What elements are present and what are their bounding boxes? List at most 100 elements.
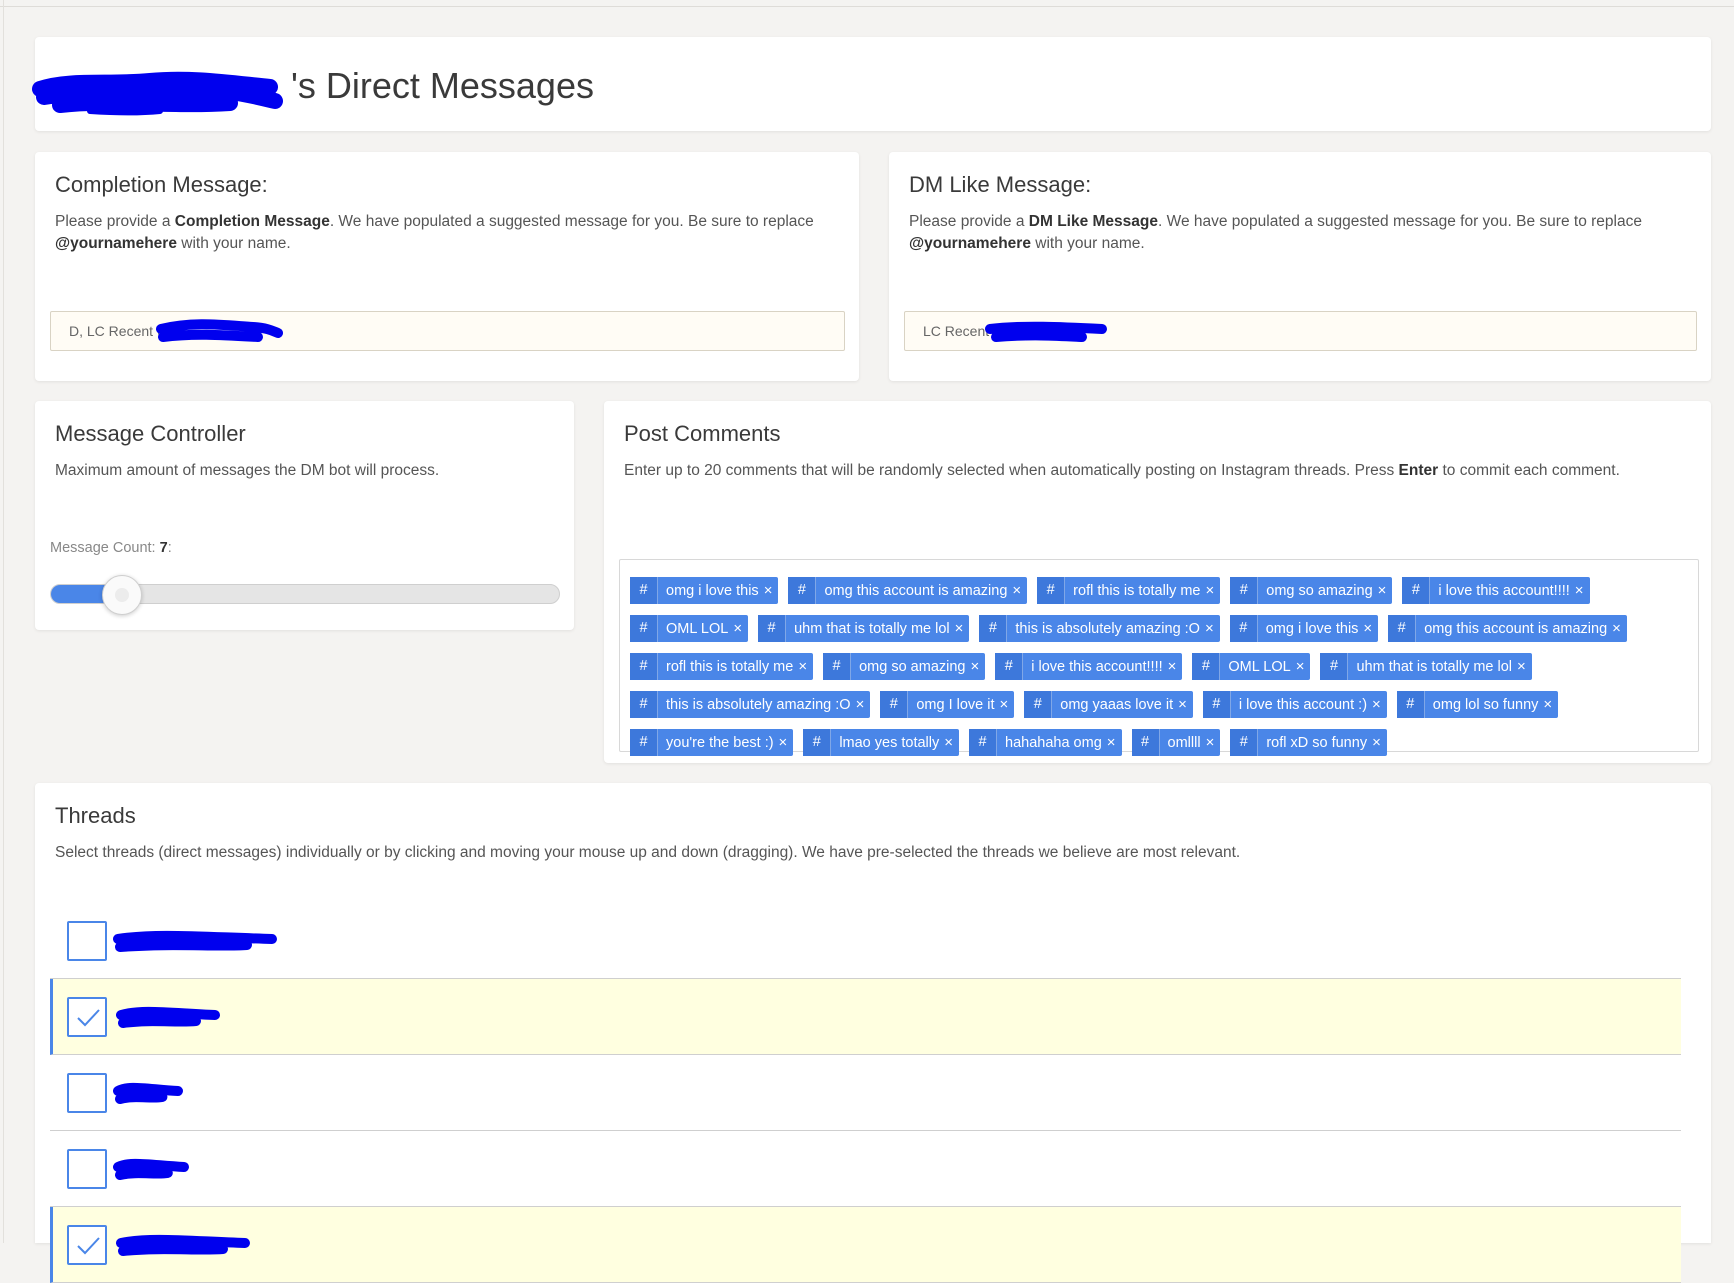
comment-tag: # omg so amazing × [823, 653, 986, 680]
title-card: 's Direct Messages [32, 37, 1711, 131]
message-count-label: Message Count: 7: [50, 540, 172, 556]
remove-tag-icon[interactable]: × [1205, 620, 1214, 637]
message-count-value: 7 [159, 540, 168, 556]
thread-checkbox[interactable] [67, 921, 107, 961]
thread-row[interactable] [50, 903, 1681, 979]
comment-tag-label: this is absolutely amazing :O [666, 696, 851, 713]
hash-icon: # [630, 653, 658, 680]
comments-tag-input[interactable]: # omg i love this × # omg this account is am… [619, 559, 1699, 756]
redacted-handle-scribble [156, 319, 283, 342]
top-divider [0, 6, 1734, 7]
post-comments-card: Post Comments Enter up to 20 comments th… [604, 401, 1711, 763]
remove-tag-icon[interactable]: × [955, 620, 964, 637]
message-count-slider[interactable] [50, 575, 560, 615]
hash-icon: # [630, 729, 658, 756]
remove-tag-icon[interactable]: × [1612, 620, 1621, 637]
hash-icon: # [1131, 729, 1160, 756]
comment-tag: # rofl this is totally me × [1037, 577, 1221, 604]
comment-tag-label: omg so amazing [859, 658, 966, 675]
hash-icon: # [803, 729, 832, 756]
comment-tag: # uhm that is totally me lol × [758, 615, 970, 642]
comment-tag: # omg this account is amazing × [1388, 615, 1627, 642]
comment-tag: # rofl xD so funny × [1230, 729, 1387, 756]
remove-tag-icon[interactable]: × [798, 658, 807, 675]
comment-tag: # hahahaha omg × [969, 729, 1122, 756]
remove-tag-icon[interactable]: × [1363, 620, 1372, 637]
remove-tag-icon[interactable]: × [1517, 658, 1526, 675]
dm-like-desc-suffix: with your name. [1030, 235, 1145, 252]
comment-tag-label: rofl xD so funny [1266, 734, 1368, 751]
hash-icon: # [880, 691, 909, 718]
comment-tag-label: rofl this is totally me [666, 658, 794, 675]
remove-tag-icon[interactable]: × [1378, 582, 1387, 599]
comments-description: Enter up to 20 comments that will be ran… [624, 460, 1654, 482]
dm-like-desc-prefix: Please provide a [909, 213, 1029, 230]
comment-tag: # you're the best :) × [630, 729, 794, 756]
comment-tag: # i love this account :) × [1202, 691, 1387, 718]
remove-tag-icon[interactable]: × [1168, 658, 1177, 675]
comment-tag-label: omg lol so funny [1432, 696, 1539, 713]
remove-tag-icon[interactable]: × [764, 582, 773, 599]
comment-tag-label: omllll [1167, 734, 1201, 751]
thread-row[interactable] [50, 1207, 1681, 1283]
remove-tag-icon[interactable]: × [1296, 658, 1305, 675]
comment-tag-label: i love this account :) [1238, 696, 1368, 713]
hash-icon: # [1230, 729, 1259, 756]
hash-icon: # [630, 577, 658, 604]
remove-tag-icon[interactable]: × [733, 620, 742, 637]
thread-list [50, 903, 1681, 1283]
remove-tag-icon[interactable]: × [856, 696, 865, 713]
threads-heading: Threads [55, 803, 136, 828]
thread-row[interactable] [50, 979, 1681, 1055]
remove-tag-icon[interactable]: × [1178, 696, 1187, 713]
remove-tag-icon[interactable]: × [1000, 696, 1009, 713]
hash-icon: # [1230, 577, 1259, 604]
comment-tag: # i love this account!!!! × [1402, 577, 1590, 604]
remove-tag-icon[interactable]: × [1012, 582, 1021, 599]
thread-checkbox[interactable] [67, 1149, 107, 1189]
remove-tag-icon[interactable]: × [1543, 696, 1552, 713]
dm-like-description: Please provide a DM Like Message. We hav… [909, 211, 1699, 255]
redacted-thread-name-scribble [113, 1082, 183, 1104]
remove-tag-icon[interactable]: × [779, 734, 788, 751]
hash-icon: # [995, 653, 1024, 680]
message-controller-card: Message Controller Maximum amount of mes… [35, 401, 574, 630]
remove-tag-icon[interactable]: × [1206, 734, 1215, 751]
hash-icon: # [1192, 653, 1221, 680]
remove-tag-icon[interactable]: × [1107, 734, 1116, 751]
page-title: 's Direct Messages [291, 65, 594, 106]
threads-card: Threads Select threads (direct messages)… [35, 783, 1711, 1283]
remove-tag-icon[interactable]: × [1575, 582, 1584, 599]
comments-desc-suffix: to commit each comment. [1438, 462, 1620, 479]
redacted-thread-name-scribble [113, 1158, 189, 1180]
remove-tag-icon[interactable]: × [1372, 696, 1381, 713]
comments-heading: Post Comments [624, 421, 781, 446]
completion-desc-handle: @yournamehere [55, 235, 177, 252]
completion-desc-prefix: Please provide a [55, 213, 175, 230]
dm-like-heading: DM Like Message: [909, 172, 1092, 197]
remove-tag-icon[interactable]: × [1372, 734, 1381, 751]
thread-checkbox[interactable] [67, 1225, 107, 1265]
tag-list: # omg i love this × # omg this account is am… [630, 577, 1690, 756]
remove-tag-icon[interactable]: × [944, 734, 953, 751]
comment-tag-label: omg yaaas love it [1060, 696, 1174, 713]
comment-tag-label: omg i love this [666, 582, 759, 599]
comment-tag: # omg so amazing × [1230, 577, 1393, 604]
completion-description: Please provide a Completion Message. We … [55, 211, 845, 255]
thread-checkbox[interactable] [67, 1073, 107, 1113]
completion-message-card: Completion Message: Please provide a Com… [35, 152, 859, 381]
redacted-thread-name-scribble [113, 930, 277, 952]
hash-icon: # [823, 653, 852, 680]
controller-description: Maximum amount of messages the DM bot wi… [55, 462, 440, 479]
remove-tag-icon[interactable]: × [970, 658, 979, 675]
thread-row[interactable] [50, 1055, 1681, 1131]
slider-thumb[interactable] [102, 575, 143, 615]
comment-tag-label: i love this account!!!! [1438, 582, 1570, 599]
thread-checkbox[interactable] [67, 997, 107, 1037]
comment-tag: # lmao yes totally × [803, 729, 960, 756]
comment-tag: # omg I love it × [880, 691, 1015, 718]
remove-tag-icon[interactable]: × [1206, 582, 1215, 599]
hash-icon: # [788, 577, 817, 604]
hash-icon: # [1396, 691, 1425, 718]
thread-row[interactable] [50, 1131, 1681, 1207]
